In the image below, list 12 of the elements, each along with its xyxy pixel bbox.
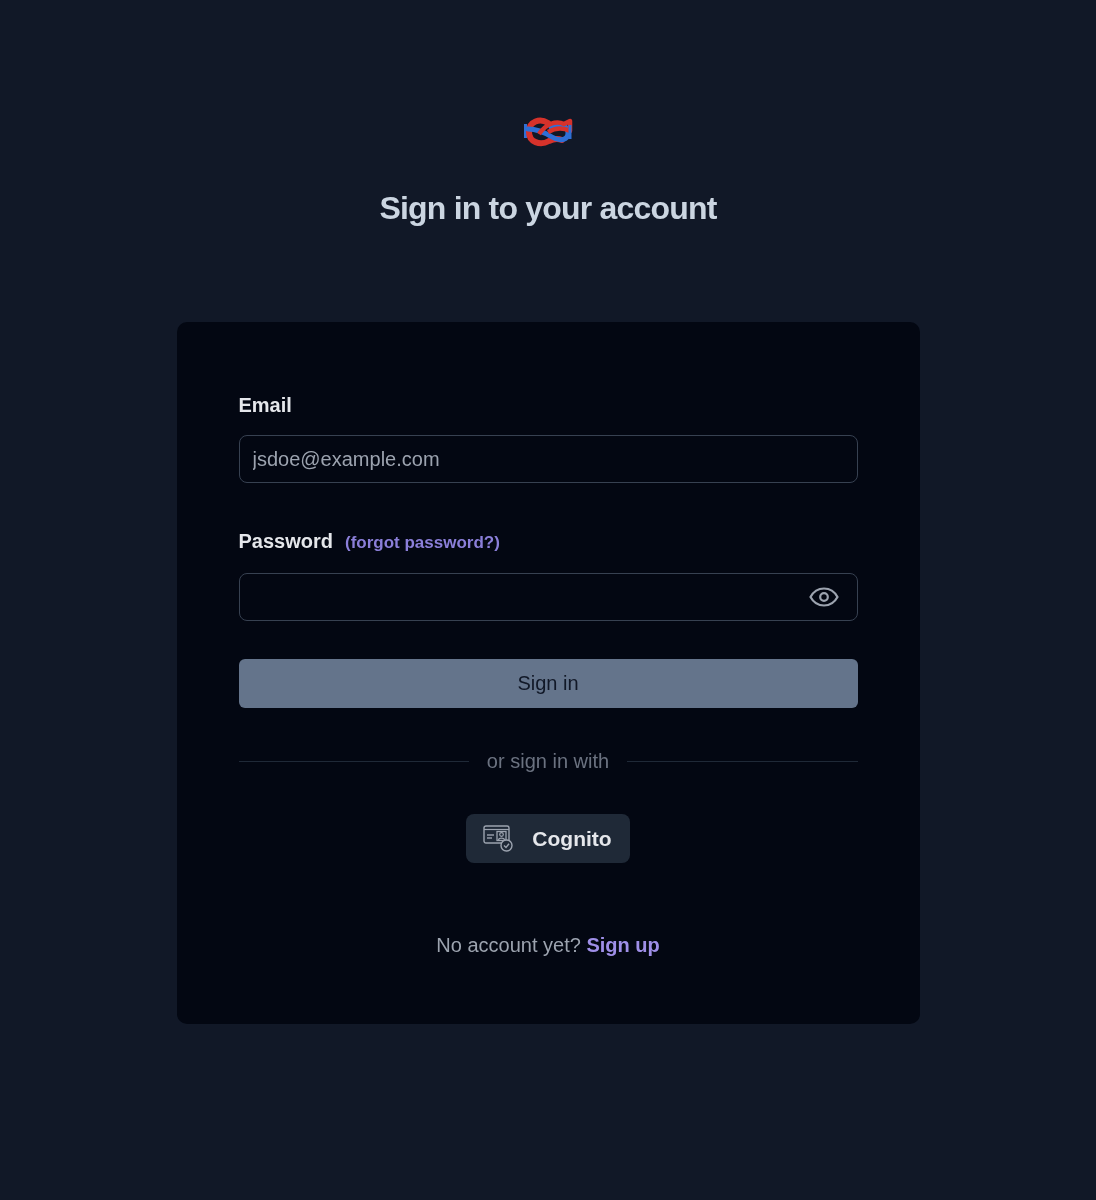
id-card-icon	[483, 825, 514, 852]
page-title: Sign in to your account	[379, 189, 717, 228]
email-field[interactable]: jsdoe@example.com	[238, 435, 858, 483]
email-label: Email	[238, 393, 292, 417]
password-field[interactable]	[238, 573, 858, 621]
signup-prompt: No account yet? Sign up	[436, 933, 660, 957]
sign-up-link[interactable]: Sign up	[586, 934, 660, 956]
divider-text: or sign in with	[486, 749, 610, 773]
eye-icon[interactable]	[808, 587, 839, 607]
password-label: Password	[238, 529, 333, 553]
forgot-password-link[interactable]: (forgot password?)	[345, 531, 500, 555]
provider-button[interactable]: Cognito	[466, 814, 630, 863]
